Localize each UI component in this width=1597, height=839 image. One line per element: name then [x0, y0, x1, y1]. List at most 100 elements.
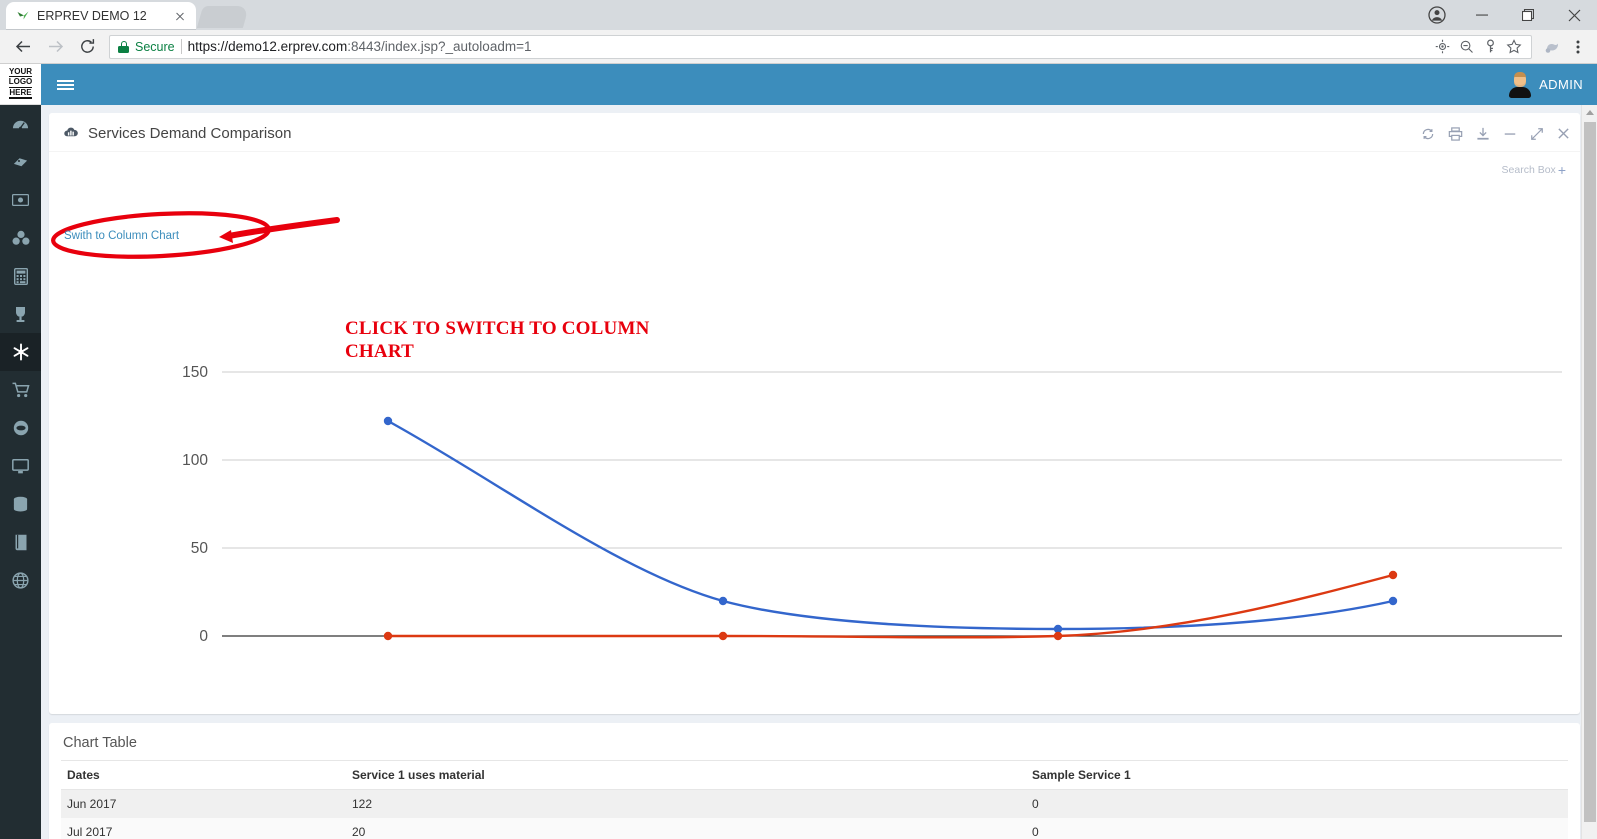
series-line-sample-service-1 [387, 573, 1394, 639]
forward-arrow-icon [40, 32, 70, 62]
location-target-icon[interactable] [1431, 36, 1453, 58]
scroll-up-arrow-icon[interactable] [1585, 110, 1594, 115]
sidebar-item-desktop[interactable] [0, 447, 41, 485]
lock-icon [118, 40, 129, 53]
column-header-service-1-uses-material[interactable]: Service 1 uses material [346, 760, 1026, 790]
sidebar-item-dashboard[interactable] [0, 105, 41, 143]
main-column: ADMIN Services Demand Comparison Search … [41, 64, 1597, 839]
sidebar-item-database[interactable] [0, 485, 41, 523]
reload-icon[interactable] [72, 32, 102, 62]
user-avatar-icon [1509, 71, 1532, 98]
sidebar-item-inventory[interactable] [0, 219, 41, 257]
sidebar-item-trophy[interactable] [0, 295, 41, 333]
column-header-sample-service-1[interactable]: Sample Service 1 [1026, 760, 1568, 790]
tab-title: ERPREV DEMO 12 [37, 9, 147, 23]
sidebar-item-calculator[interactable] [0, 257, 41, 295]
browser-window: ERPREV DEMO 12 Secure https://demo12.erp… [0, 0, 1597, 839]
zoom-out-icon[interactable] [1455, 36, 1477, 58]
printer-icon[interactable] [1448, 126, 1463, 141]
navigation-toolbar: Secure https://demo12.erprev.com:8443/in… [0, 30, 1597, 64]
table-row: Jun 2017 122 0 [61, 789, 1568, 818]
minus-icon[interactable] [1503, 127, 1517, 141]
password-key-icon[interactable] [1479, 36, 1501, 58]
plus-icon: + [1557, 162, 1566, 178]
sidebar-item-tags[interactable] [0, 143, 41, 181]
logo-line-3: HERE [9, 88, 32, 100]
table-header-row: Dates Service 1 uses material Sample Ser… [61, 760, 1568, 790]
extension-icon[interactable] [1539, 32, 1565, 62]
scrollbar-thumb[interactable] [1584, 122, 1596, 822]
book-icon [13, 534, 29, 551]
line-chart: 150 100 50 0 -50 Jun 2017 Jul 2017 [49, 152, 1568, 714]
sidebar-item-services[interactable] [0, 333, 41, 371]
cell-sample-service-1: 0 [1032, 797, 1039, 811]
column-header-dates[interactable]: Dates [61, 760, 346, 790]
browser-menu-icon[interactable] [1567, 32, 1589, 62]
refresh-icon[interactable] [1421, 127, 1435, 141]
chart-table-title: Chart Table [63, 735, 137, 751]
logo-line-2: LOGO [8, 77, 33, 88]
page-scrollbar[interactable] [1581, 105, 1597, 839]
annotation-line-1: CLICK TO SWITCH TO COLUMN [345, 318, 650, 339]
shopping-cart-icon [12, 382, 30, 398]
cell-service-1-uses-material: 20 [352, 825, 366, 839]
series-points-sample-service-1 [383, 570, 1398, 641]
back-arrow-icon[interactable] [8, 32, 38, 62]
search-box-toggle[interactable]: Search Box + [1501, 162, 1566, 178]
chart-panel-tools [1421, 126, 1570, 141]
url-port: :8443 [347, 39, 381, 54]
bar-chart-cloud-icon [63, 125, 80, 143]
sidebar-item-sales[interactable] [0, 371, 41, 409]
tag-icon [12, 154, 29, 171]
database-icon [12, 496, 29, 513]
minimize-window-button[interactable] [1459, 0, 1505, 30]
logo: YOUR LOGO HERE [0, 64, 41, 105]
download-icon[interactable] [1476, 127, 1490, 141]
browser-tab[interactable]: ERPREV DEMO 12 [6, 2, 196, 30]
new-tab-button[interactable] [196, 6, 250, 28]
chart-panel-body: Search Box + Swith to Column Chart CLICK… [49, 152, 1580, 714]
sidebar-item-cash[interactable] [0, 181, 41, 219]
expand-arrows-icon[interactable] [1530, 127, 1544, 141]
annotation-text: CLICK TO SWITCH TO COLUMN CHART [345, 317, 650, 363]
money-bill-icon [12, 193, 29, 207]
sidebar-item-support[interactable] [0, 409, 41, 447]
chart-panel: Services Demand Comparison Search Box + … [49, 113, 1580, 714]
search-box-label: Search Box [1501, 164, 1556, 176]
sidebar-item-book[interactable] [0, 523, 41, 561]
svg-text:150: 150 [182, 364, 208, 381]
close-window-button[interactable] [1551, 0, 1597, 30]
svg-text:100: 100 [182, 452, 208, 469]
switch-to-column-chart-link[interactable]: Swith to Column Chart [64, 230, 179, 242]
url-path: /index.jsp?_autoloadm=1 [380, 39, 532, 54]
profile-icon[interactable] [1415, 0, 1459, 30]
desktop-monitor-icon [12, 458, 29, 474]
topbar-user-area[interactable]: ADMIN [1509, 71, 1583, 98]
tab-strip: ERPREV DEMO 12 [0, 0, 1597, 30]
calculator-icon [13, 267, 28, 285]
cell-sample-service-1: 0 [1032, 825, 1039, 839]
chart-y-axis-labels: 150 100 50 0 -50 [182, 364, 208, 645]
svg-text:0: 0 [199, 628, 208, 645]
sidebar-item-globe[interactable] [0, 561, 41, 599]
chart-svg: 150 100 50 0 -50 Jun 2017 Jul 2017 [182, 364, 1562, 645]
url-text: https://demo12.erprev.com:8443/index.jsp… [188, 39, 532, 54]
series-points-service-1-uses-material [383, 416, 1398, 634]
trophy-icon [13, 306, 28, 323]
window-controls [1415, 0, 1597, 30]
cell-date: Jun 2017 [67, 797, 117, 811]
dashboard-gauge-icon [12, 116, 29, 133]
series-line-service-1-uses-material [387, 419, 1394, 631]
close-tab-icon[interactable] [172, 8, 188, 24]
close-x-icon[interactable] [1557, 127, 1570, 140]
maximize-window-button[interactable] [1505, 0, 1551, 30]
chart-table-panel: Chart Table Dates Service 1 uses materia… [49, 723, 1580, 839]
bookmark-star-icon[interactable] [1503, 36, 1525, 58]
content-area: Services Demand Comparison Search Box + … [41, 105, 1597, 839]
address-bar[interactable]: Secure https://demo12.erprev.com:8443/in… [109, 34, 1532, 59]
omnibox-divider [180, 39, 182, 54]
application: YOUR LOGO HERE ADMIN Services Demand Com… [0, 64, 1597, 839]
hamburger-icon[interactable] [41, 64, 89, 105]
cell-date: Jul 2017 [67, 825, 113, 839]
chart-table: Dates Service 1 uses material Sample Ser… [61, 760, 1568, 839]
